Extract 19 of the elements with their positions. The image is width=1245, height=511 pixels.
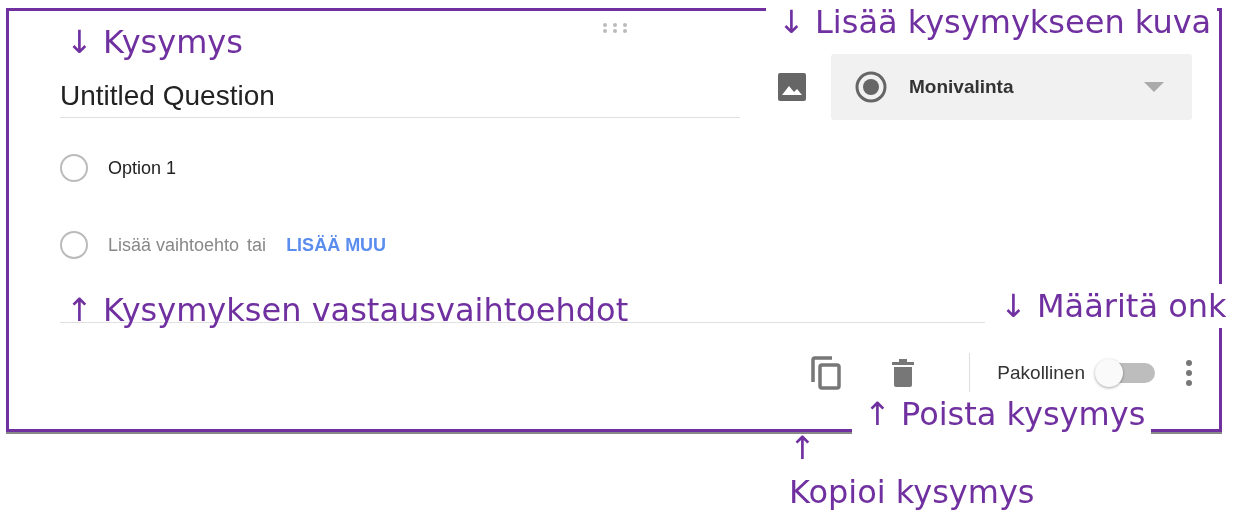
callout-label: Kopioi kysymys [789, 472, 1035, 511]
required-label: Pakollinen [997, 362, 1085, 384]
radio-button[interactable] [60, 154, 88, 182]
trash-icon[interactable] [892, 359, 915, 387]
question-title-field[interactable]: Untitled Question [60, 79, 740, 118]
separator-text: tai [247, 234, 267, 256]
question-type-dropdown[interactable]: Monivalinta [831, 54, 1192, 120]
copy-icon[interactable] [810, 356, 843, 390]
callout-label: ↓ Kysymys [66, 22, 243, 63]
radio-icon [853, 69, 889, 105]
image-icon[interactable] [778, 73, 806, 101]
option-label[interactable]: Option 1 [108, 157, 177, 179]
caret-icon [1144, 82, 1164, 92]
more-options-icon[interactable] [1185, 360, 1193, 386]
callout-label: ↑ Kysymyksen vastausvaihtoehdot [66, 290, 629, 331]
add-option-field[interactable]: Lisää vaihtoehto [108, 234, 240, 256]
callout-label: ↑ [789, 428, 816, 469]
callout-label: ↑ Poista kysymys [852, 392, 1152, 436]
drag-handle-icon[interactable] [602, 23, 628, 33]
